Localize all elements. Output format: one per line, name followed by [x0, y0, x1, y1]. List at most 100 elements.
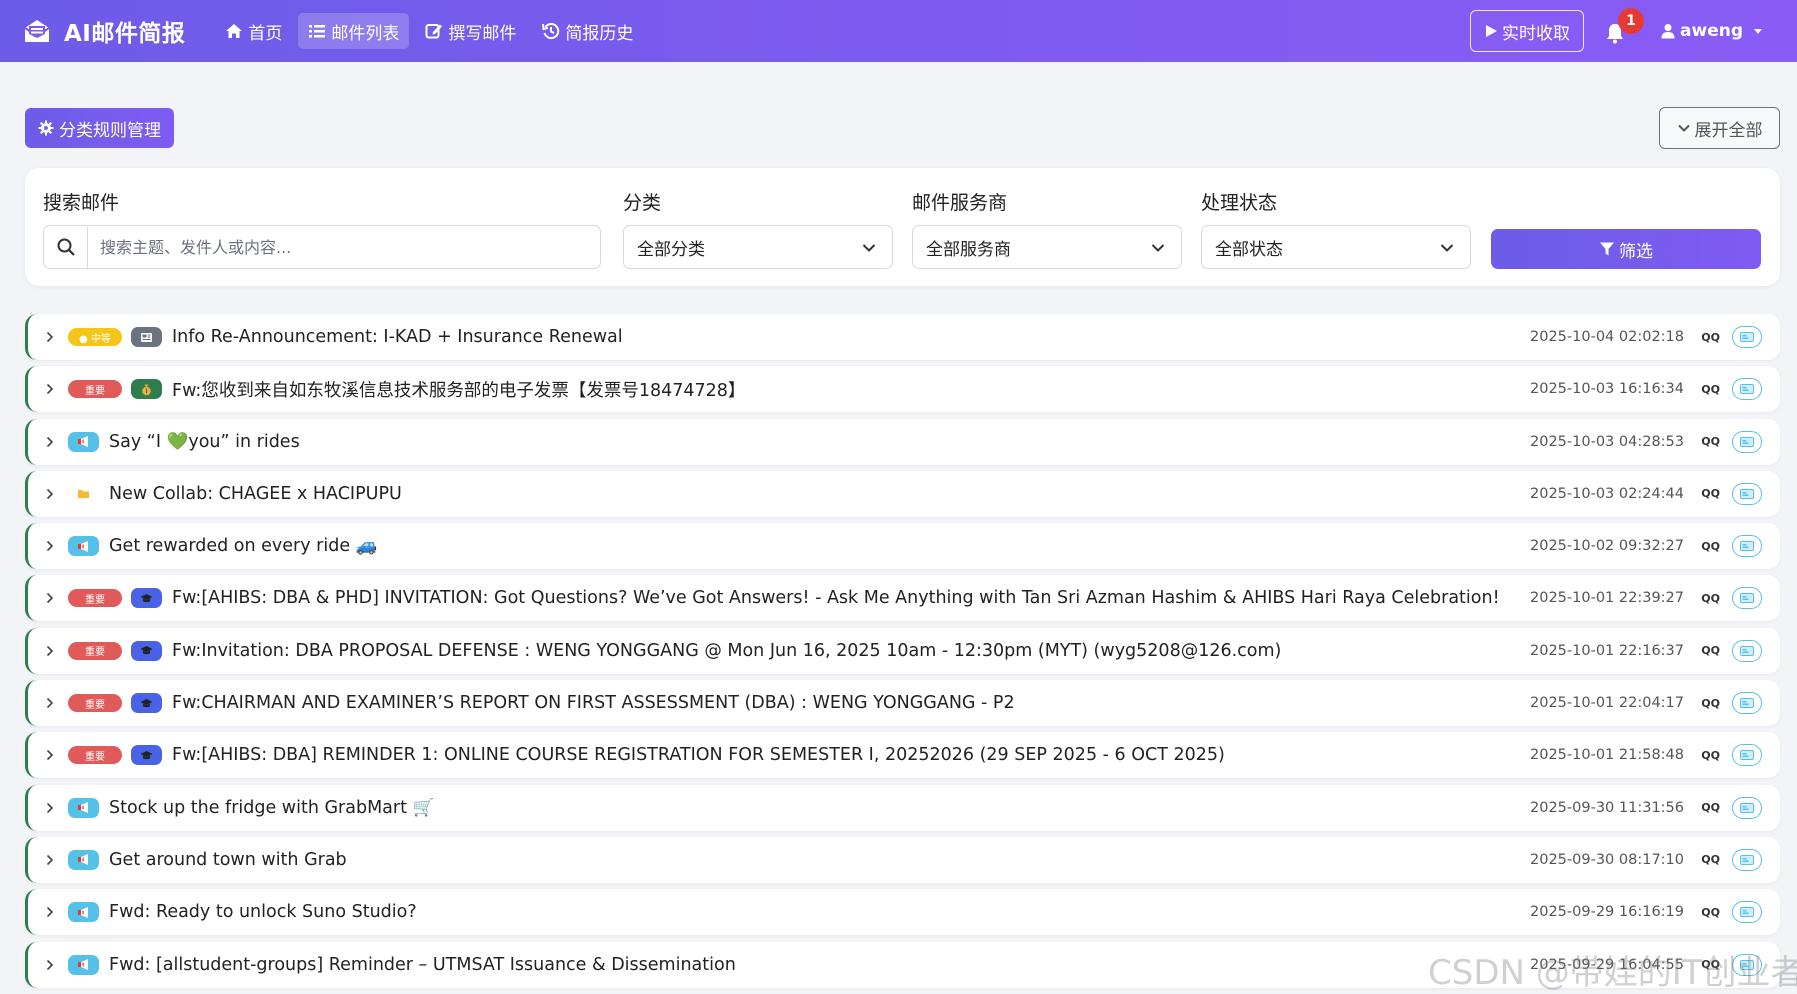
- status-card-icon: [1740, 593, 1754, 604]
- mail-row-10[interactable]: Get around town with Grab 2025-09-30 08:…: [25, 836, 1780, 883]
- category-badge: [131, 693, 162, 714]
- mail-status[interactable]: [1732, 587, 1762, 610]
- chevron-right-icon[interactable]: [44, 436, 56, 448]
- category-badge: [68, 431, 99, 452]
- nav-right: 实时收取 1 aweng: [1470, 0, 1767, 62]
- chevron-right-icon[interactable]: [44, 331, 56, 343]
- mail-row-5[interactable]: 重要 Fw:[AHIBS: DBA & PHD] INVITATION: Got…: [25, 575, 1780, 622]
- mail-row-4[interactable]: Get rewarded on every ride 🚙 2025-10-02 …: [25, 523, 1780, 570]
- chevron-down-icon: [1151, 244, 1165, 252]
- mail-row-1[interactable]: 重要 Fw:您收到来自如东牧溪信息技术服务部的电子发票【发票号18474728】…: [25, 366, 1780, 413]
- category-rules-button[interactable]: 分类规则管理: [25, 108, 174, 148]
- mail-status[interactable]: [1732, 953, 1762, 976]
- category-badge: [131, 745, 162, 766]
- mail-row-12[interactable]: Fwd: [allstudent-groups] Reminder – UTMS…: [25, 941, 1780, 988]
- chevron-right-icon[interactable]: [44, 906, 56, 918]
- category-select[interactable]: 全部分类: [623, 225, 893, 269]
- user-menu[interactable]: aweng: [1660, 21, 1767, 41]
- megaphone-icon: [78, 802, 88, 814]
- brand-title: AI邮件简报: [64, 21, 186, 47]
- mail-provider: QQ: [1701, 853, 1720, 867]
- nav-history[interactable]: 简报历史: [532, 13, 643, 49]
- mail-provider: QQ: [1701, 539, 1720, 553]
- money-bag-icon: [142, 384, 151, 396]
- nav-home[interactable]: 首页: [215, 13, 292, 49]
- mail-provider: QQ: [1701, 487, 1720, 501]
- username: aweng: [1680, 21, 1743, 41]
- chevron-right-icon[interactable]: [44, 802, 56, 814]
- expand-all-button[interactable]: 展开全部: [1659, 107, 1780, 149]
- mail-date: 2025-09-29 16:04:55: [1530, 956, 1684, 973]
- mail-status[interactable]: [1732, 326, 1762, 348]
- search-icon: [57, 238, 75, 256]
- category-badge: [68, 484, 99, 504]
- mail-provider: QQ: [1701, 435, 1720, 449]
- mail-status[interactable]: [1732, 430, 1762, 453]
- mail-row-7[interactable]: 重要 Fw:CHAIRMAN AND EXAMINER’S REPORT ON …: [25, 680, 1780, 727]
- chevron-right-icon[interactable]: [44, 749, 56, 761]
- brand[interactable]: AI邮件简报: [22, 14, 185, 48]
- chevron-right-icon[interactable]: [44, 488, 56, 500]
- mail-date: 2025-10-01 22:16:37: [1530, 642, 1684, 659]
- mail-status[interactable]: [1732, 482, 1762, 505]
- priority-badge-high: 重要: [68, 694, 122, 713]
- mail-date: 2025-10-04 02:02:18: [1530, 329, 1684, 345]
- status-card-icon: [1740, 750, 1754, 761]
- search-label: 搜索邮件: [43, 192, 120, 214]
- mail-status[interactable]: [1732, 744, 1762, 767]
- mail-date: 2025-10-03 02:24:44: [1530, 485, 1684, 502]
- mail-status[interactable]: [1732, 535, 1762, 558]
- folder-icon: [78, 490, 89, 499]
- mail-row-2[interactable]: Say “I 💚you” in rides 2025-10-03 04:28:5…: [25, 418, 1780, 465]
- mail-row-9[interactable]: Stock up the fridge with GrabMart 🛒 2025…: [25, 784, 1780, 831]
- mail-status[interactable]: [1732, 848, 1762, 871]
- nav-mail-list-label: 邮件列表: [331, 23, 400, 44]
- status-card-icon: [1740, 436, 1754, 447]
- realtime-fetch-label: 实时收取: [1502, 23, 1571, 44]
- chevron-down-icon: [1677, 124, 1690, 132]
- nav-links: 首页 邮件列表 撰写邮件 简报历史: [215, 13, 649, 49]
- category-badge: [68, 849, 99, 870]
- filter-button[interactable]: 筛选: [1491, 229, 1761, 269]
- filter-button-label: 筛选: [1619, 241, 1653, 262]
- chevron-right-icon[interactable]: [44, 645, 56, 657]
- notification-bell[interactable]: 1: [1604, 8, 1645, 44]
- status-card-icon: [1740, 802, 1754, 813]
- status-card-icon: [1740, 854, 1754, 865]
- chevron-right-icon[interactable]: [44, 540, 56, 552]
- category-badge: [68, 797, 99, 818]
- chevron-right-icon[interactable]: [44, 592, 56, 604]
- realtime-fetch-button[interactable]: 实时收取: [1470, 10, 1585, 52]
- megaphone-icon: [78, 436, 88, 448]
- chevron-right-icon[interactable]: [44, 697, 56, 709]
- mail-row-6[interactable]: 重要 Fw:Invitation: DBA PROPOSAL DEFENSE :…: [25, 627, 1780, 674]
- chevron-right-icon[interactable]: [44, 383, 56, 395]
- nav-mail-list[interactable]: 邮件列表: [298, 13, 410, 49]
- mail-provider: QQ: [1701, 958, 1720, 972]
- provider-select[interactable]: 全部服务商: [912, 225, 1182, 269]
- history-icon: [542, 23, 560, 40]
- mail-row-0[interactable]: ● 中等 Info Re-Announcement: I-KAD + Insur…: [25, 314, 1780, 360]
- mail-row-8[interactable]: 重要 Fw:[AHIBS: DBA] REMINDER 1: ONLINE CO…: [25, 732, 1780, 779]
- mail-status[interactable]: [1732, 639, 1762, 662]
- status-select[interactable]: 全部状态: [1201, 225, 1471, 269]
- nav-compose[interactable]: 撰写邮件: [415, 13, 526, 49]
- home-icon: [226, 24, 243, 38]
- mail-row-11[interactable]: Fwd: Ready to unlock Suno Studio? 2025-0…: [25, 889, 1780, 936]
- mail-status[interactable]: [1732, 692, 1762, 715]
- mail-row-3[interactable]: New Collab: CHAGEE x HACIPUPU 2025-10-03…: [25, 470, 1780, 517]
- user-icon: [1661, 24, 1675, 39]
- status-card-icon: [1740, 488, 1754, 499]
- play-icon: [1486, 25, 1498, 37]
- chevron-right-icon[interactable]: [44, 959, 56, 971]
- mail-status[interactable]: [1732, 796, 1762, 819]
- chevron-right-icon[interactable]: [44, 854, 56, 866]
- status-select-value: 全部状态: [1215, 239, 1283, 260]
- mail-status[interactable]: [1732, 378, 1762, 401]
- category-select-value: 全部分类: [637, 239, 705, 260]
- status-card-icon: [1740, 698, 1754, 709]
- envelope-open-icon: [24, 20, 50, 42]
- category-badge: [131, 640, 162, 661]
- search-input[interactable]: [88, 237, 588, 257]
- mail-status[interactable]: [1732, 901, 1762, 924]
